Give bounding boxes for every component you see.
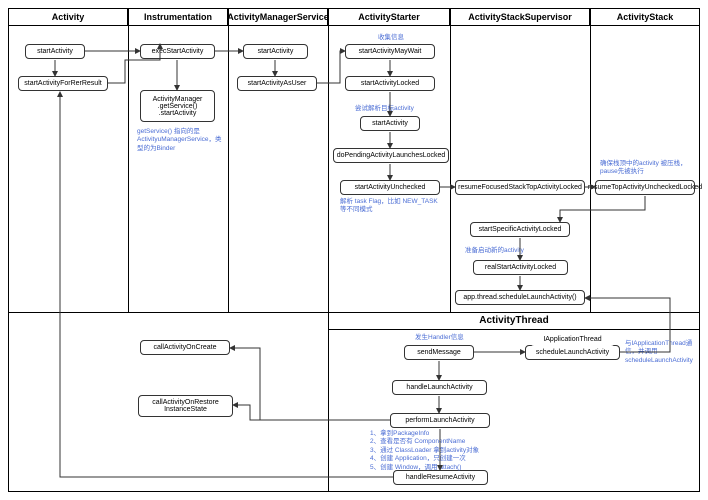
node-resumetop: resumeTopActivityUncheckedLocked [595,180,695,195]
note-collect: 收集信息 [378,34,404,42]
node-getservice: ActivityManager .getService() .startActi… [140,90,215,122]
node-schedulelaunch: app.thread.scheduleLaunchActivity() [455,290,585,305]
node-ams-startactivity: startActivity [243,44,308,59]
lane-divider [328,26,329,492]
node-realstart: realStartActivityLocked [473,260,568,275]
note-perform: 1、拿到PackageInfo 2、查看是否有 ComponentName 3、… [370,430,510,472]
node-unchecked: startActivityUnchecked [340,180,440,195]
node-maywait: startActivityMayWait [345,44,435,59]
node-performlaunch: performLaunchActivity [390,413,490,428]
node-handlelaunch: handleLaunchActivity [392,380,487,395]
note-pause: 确保栈顶中的activity 被压栈，pause先被执行 [600,160,695,177]
node-calloncreate: callActivityOnCreate [140,340,230,355]
lane-starter: ActivityStarter [328,8,450,26]
node-iapplicationthread: IApplicationThread [530,333,615,346]
node-dopending: doPendingActivityLaunchesLocked [333,148,449,163]
node-resumefocused: resumeFocusedStackTopActivityLocked [455,180,585,195]
node-sendmessage: sendMessage [404,345,474,360]
node-starter-startactivity: startActivity [360,116,420,131]
lane-divider [450,26,451,312]
lane-divider [128,26,129,312]
lane-ams: ActivityManagerService [228,8,328,26]
lane-stack: ActivityStack [590,8,700,26]
lane-divider [590,26,591,312]
node-handleresume: handleResumeActivity [393,470,488,485]
node-execstartactivity: execStartActivity [140,44,215,59]
node-startactivity: startActivity [25,44,85,59]
lane-activity: Activity [8,8,128,26]
section-header: ActivityThread [328,315,700,326]
section-underline [328,329,700,330]
note-getservice: getService() 指向的是ActivityuManagerService… [137,128,222,153]
lane-instrumentation: Instrumentation [128,8,228,26]
lane-divider [228,26,229,312]
node-startactivityforresult: startActivityForRerResult [18,76,108,91]
node-callonrestore: callActivityOnRestore InstanceState [138,395,233,417]
note-parse: 尝试解析目标activity [355,105,414,113]
node-schedulelaunchactivity: scheduleLaunchActivity [525,345,620,360]
node-startspecific: startSpecificActivityLocked [470,222,570,237]
node-startactivitylocked: startActivityLocked [345,76,435,91]
node-ams-startactivityasuser: startActivityAsUser [237,76,317,91]
note-ipc: 与IApplicationThread通信，并调用scheduleLaunchA… [625,340,697,365]
note-handler: 发生Handler信息 [415,334,464,342]
lane-supervisor: ActivityStackSupervisor [450,8,590,26]
note-prepare: 准备启动新的activity [465,247,524,255]
section-divider [8,312,700,313]
note-taskflag: 解析 task Flag，比如 NEW_TASK等不同模式 [340,198,440,215]
